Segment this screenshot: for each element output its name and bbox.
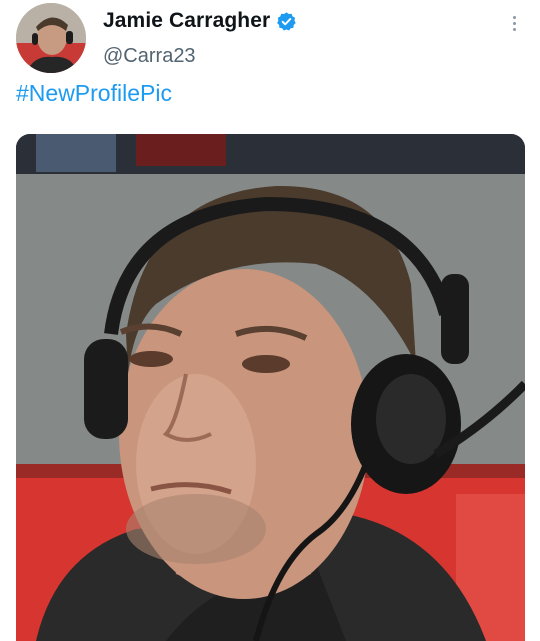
- author-display-name[interactable]: Jamie Carragher: [103, 9, 270, 33]
- photo-image: [16, 134, 525, 641]
- more-dot: [512, 21, 516, 25]
- author-avatar[interactable]: [16, 3, 86, 73]
- more-dot: [512, 27, 516, 31]
- tweet-photo[interactable]: [16, 134, 525, 641]
- more-dot: [512, 15, 516, 19]
- more-options-icon[interactable]: [503, 10, 525, 36]
- verified-badge-icon: [276, 11, 297, 32]
- author-handle[interactable]: @Carra23: [103, 45, 196, 68]
- tweet-card[interactable]: Jamie Carragher @Carra23 #NewProfilePic: [0, 0, 540, 641]
- author-name-row: Jamie Carragher: [103, 9, 297, 33]
- avatar-image: [16, 3, 86, 73]
- hashtag-link[interactable]: #NewProfilePic: [16, 80, 172, 107]
